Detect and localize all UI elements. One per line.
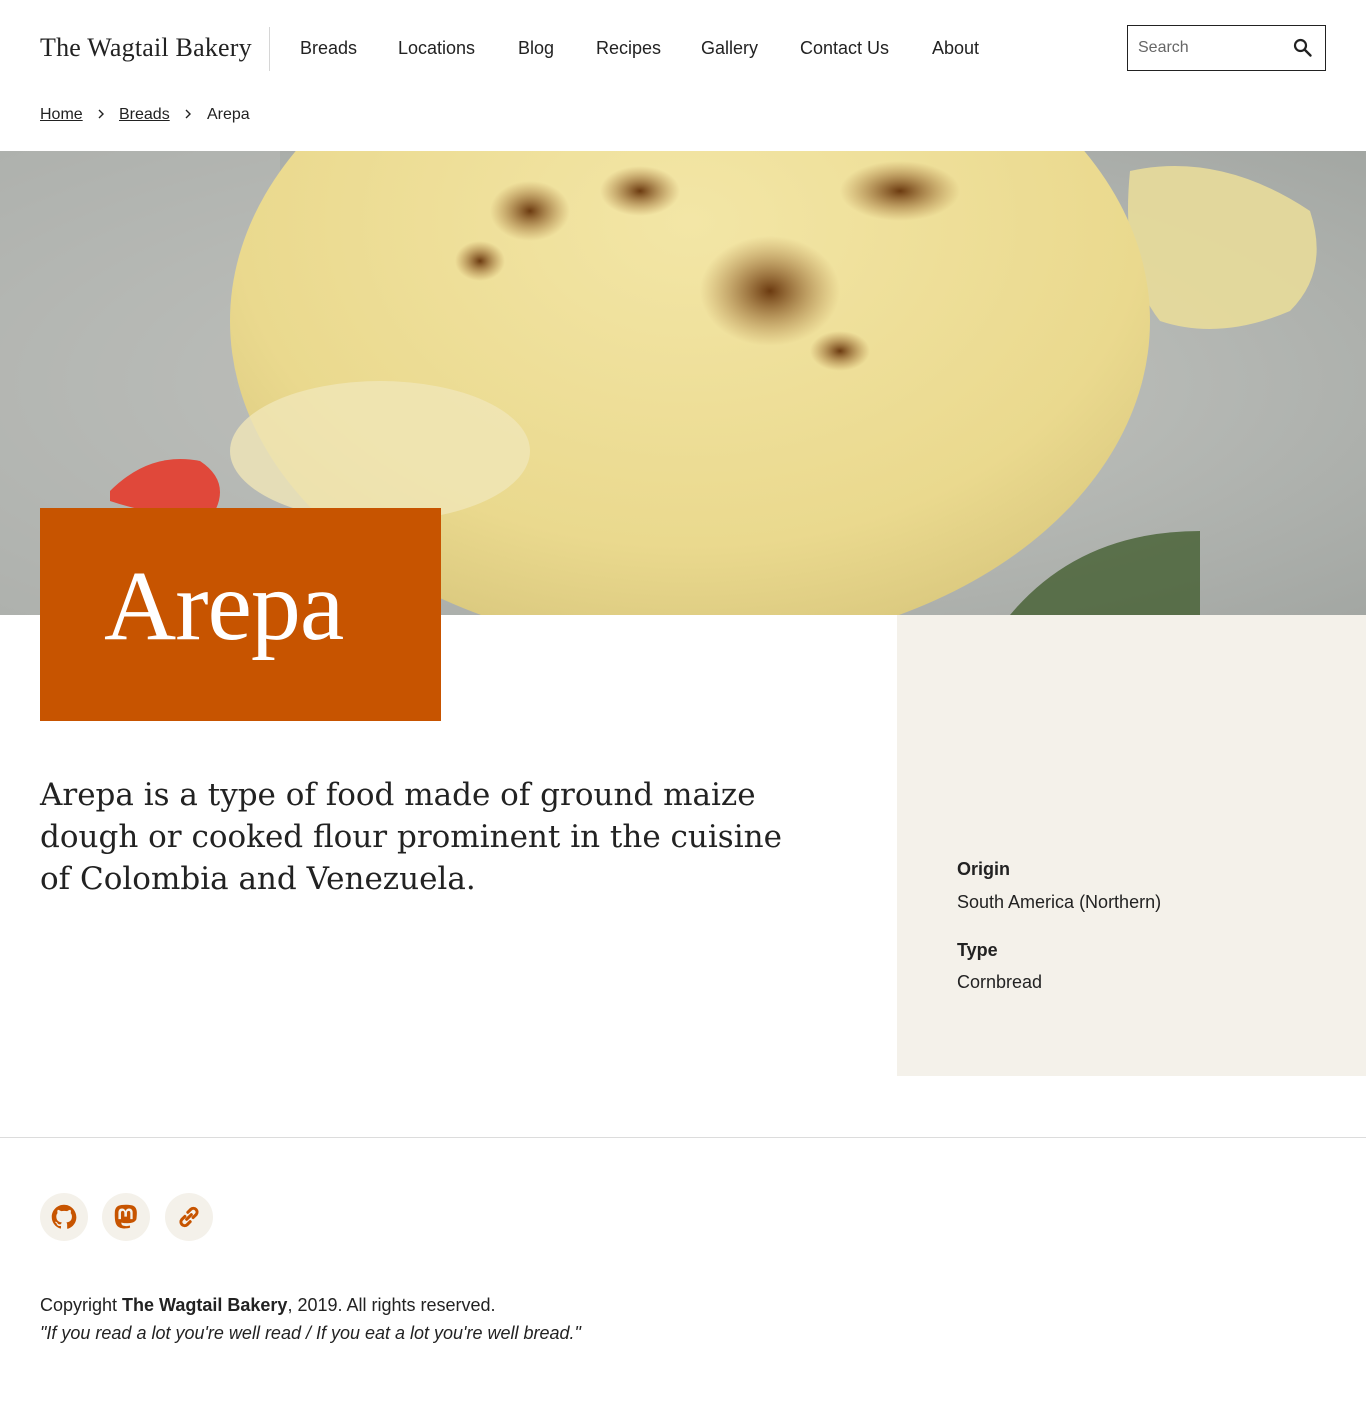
search-icon <box>1293 38 1312 57</box>
breadcrumb-home[interactable]: Home <box>40 106 83 124</box>
chevron-right-icon <box>185 109 191 119</box>
type-value: Cornbread <box>957 972 1043 992</box>
github-icon <box>51 1204 77 1229</box>
mastodon-link[interactable] <box>102 1193 150 1241</box>
nav-item-about[interactable]: About <box>932 38 979 59</box>
search-box <box>1127 25 1326 71</box>
github-link[interactable] <box>40 1193 88 1241</box>
search-input[interactable] <box>1128 26 1288 70</box>
copyright-suffix: , 2019. All rights reserved. <box>287 1295 496 1315</box>
page-title-box: Arepa <box>40 508 441 721</box>
origin-value: South America (Northern) <box>957 892 1162 912</box>
site-header: The Wagtail Bakery Breads Locations Blog… <box>0 0 1366 97</box>
copyright-prefix: Copyright <box>40 1295 123 1315</box>
nav-item-gallery[interactable]: Gallery <box>701 38 758 59</box>
nav-item-contact-us[interactable]: Contact Us <box>800 38 889 59</box>
logo-divider <box>269 27 270 71</box>
nav-item-recipes[interactable]: Recipes <box>596 38 661 59</box>
breadcrumb-current: Arepa <box>207 106 250 123</box>
origin-label: Origin <box>957 859 1010 879</box>
website-link[interactable] <box>165 1193 213 1241</box>
copyright: Copyright The Wagtail Bakery, 2019. All … <box>40 1295 496 1316</box>
bread-details: Origin South America (Northern) Type Cor… <box>897 615 1366 1076</box>
mastodon-icon <box>114 1204 137 1229</box>
chevron-right-icon <box>98 109 104 119</box>
page-title: Arepa <box>104 550 344 661</box>
breadcrumb-breads[interactable]: Breads <box>119 106 170 124</box>
nav-item-blog[interactable]: Blog <box>518 38 554 59</box>
search-button[interactable] <box>1291 36 1315 60</box>
nav-item-locations[interactable]: Locations <box>398 38 475 59</box>
footer-divider <box>0 1137 1366 1138</box>
page-intro: Arepa is a type of food made of ground m… <box>40 777 782 897</box>
footer-quote: "If you read a lot you're well read / If… <box>40 1323 581 1343</box>
site-logo[interactable]: The Wagtail Bakery <box>40 33 252 63</box>
copyright-name: The Wagtail Bakery <box>122 1295 288 1315</box>
link-icon <box>179 1206 199 1228</box>
type-label: Type <box>957 940 998 960</box>
nav-item-breads[interactable]: Breads <box>300 38 357 59</box>
